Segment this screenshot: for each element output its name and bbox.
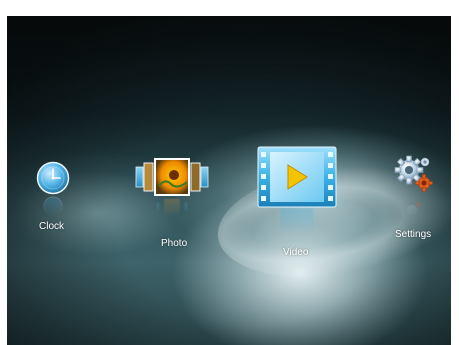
menu-label-settings: Settings (395, 229, 432, 240)
settings-icon-reflection (406, 201, 422, 216)
menu-item-clock[interactable]: Clock (29, 154, 79, 234)
settings-icon (394, 155, 433, 192)
menu-item-photo[interactable]: Photo (133, 152, 211, 249)
menu-item-settings[interactable]: Settings (387, 152, 447, 242)
clock-icon-reflection (43, 196, 63, 216)
menu-label-video: Video (283, 247, 309, 258)
photo-icon (135, 158, 209, 196)
home-menu-screen: Clock Photo Video Settings (7, 16, 451, 345)
menu-label-clock: Clock (39, 221, 65, 232)
photo-icon-reflection (156, 198, 188, 216)
video-icon-reflection (280, 208, 314, 234)
clock-icon (36, 161, 70, 195)
video-icon (257, 146, 337, 208)
device-frame: Clock Photo Video Settings (0, 0, 459, 345)
menu-item-video[interactable]: Video (255, 144, 339, 258)
menu-label-photo: Photo (161, 238, 188, 249)
